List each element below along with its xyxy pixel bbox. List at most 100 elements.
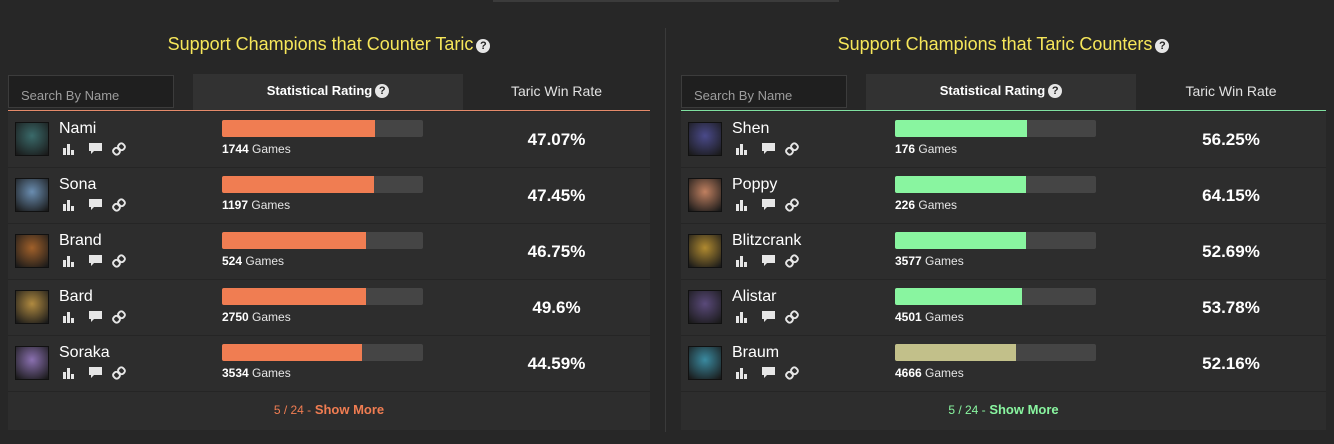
champion-row[interactable]: Shen 176 Games 56.25%: [681, 112, 1326, 168]
games-count: 4666 Games: [895, 366, 964, 380]
win-rate-value: 44.59%: [527, 354, 586, 373]
show-more-bar[interactable]: 5 / 24 - Show More: [8, 392, 650, 430]
link-icon[interactable]: [785, 142, 799, 161]
help-icon[interactable]: ?: [1155, 39, 1170, 53]
link-icon[interactable]: [112, 254, 126, 273]
champion-row[interactable]: Bard 2750 Games 49.6%: [8, 280, 650, 336]
champion-row[interactable]: Sona 1197 Games 47.45%: [8, 168, 650, 224]
champion-name[interactable]: Brand: [59, 232, 102, 250]
champion-avatar[interactable]: [688, 122, 722, 156]
win-rate-value: 52.69%: [1202, 242, 1260, 261]
rating-bar-fill: [895, 232, 1026, 249]
games-number: 1744: [222, 142, 249, 156]
comment-icon[interactable]: [761, 366, 776, 384]
champion-avatar[interactable]: [688, 234, 722, 268]
rating-bar: [895, 176, 1096, 193]
champion-list: Nami 1744 Games 47.07% Sona 1197 Games 47.45%…: [8, 112, 650, 392]
champion-name[interactable]: Bard: [59, 288, 93, 306]
stats-icon[interactable]: [62, 310, 75, 328]
champion-row[interactable]: Braum 4666 Games 52.16%: [681, 336, 1326, 392]
champion-avatar[interactable]: [688, 346, 722, 380]
stats-icon[interactable]: [62, 366, 75, 384]
champion-avatar[interactable]: [688, 290, 722, 324]
comment-icon[interactable]: [88, 310, 103, 328]
champion-avatar[interactable]: [688, 178, 722, 212]
stats-icon[interactable]: [62, 198, 75, 216]
champion-name[interactable]: Blitzcrank: [732, 232, 801, 250]
help-icon[interactable]: ?: [375, 84, 390, 98]
champion-row[interactable]: Soraka 3534 Games 44.59%: [8, 336, 650, 392]
champion-row[interactable]: Brand 524 Games 46.75%: [8, 224, 650, 280]
champion-avatar[interactable]: [15, 346, 49, 380]
stats-icon[interactable]: [735, 198, 748, 216]
top-bar-edge: [493, 0, 839, 2]
rating-bar: [222, 344, 423, 361]
stats-icon[interactable]: [62, 254, 75, 272]
link-icon[interactable]: [785, 310, 799, 329]
win-rate-header[interactable]: Taric Win Rate: [463, 74, 650, 110]
show-more-link[interactable]: Show More: [315, 402, 384, 417]
stats-icon[interactable]: [735, 254, 748, 272]
statistical-rating-header[interactable]: Statistical Rating?: [866, 74, 1136, 110]
comment-icon[interactable]: [88, 198, 103, 216]
champion-avatar[interactable]: [15, 178, 49, 212]
stats-icon[interactable]: [735, 310, 748, 328]
rating-bar-fill: [895, 176, 1026, 193]
link-icon[interactable]: [785, 366, 799, 385]
comment-icon[interactable]: [761, 142, 776, 160]
link-icon[interactable]: [112, 142, 126, 161]
champion-name[interactable]: Sona: [59, 176, 96, 194]
statistical-rating-header[interactable]: Statistical Rating?: [193, 74, 463, 110]
panel-divider: [665, 28, 666, 432]
help-icon[interactable]: ?: [1048, 84, 1063, 98]
games-count: 524 Games: [222, 254, 284, 268]
comment-icon[interactable]: [88, 366, 103, 384]
rating-bar-fill: [222, 176, 374, 193]
help-icon[interactable]: ?: [476, 39, 491, 53]
comment-icon[interactable]: [88, 142, 103, 160]
champion-name[interactable]: Soraka: [59, 344, 110, 362]
win-rate-value: 64.15%: [1202, 186, 1260, 205]
champion-row[interactable]: Nami 1744 Games 47.07%: [8, 112, 650, 168]
games-label: Games: [918, 198, 958, 212]
rating-bar-fill: [895, 344, 1016, 361]
champion-name[interactable]: Nami: [59, 120, 96, 138]
link-icon[interactable]: [112, 366, 126, 385]
games-label: Games: [252, 366, 291, 380]
search-input[interactable]: Search By Name: [8, 75, 174, 108]
link-icon[interactable]: [785, 198, 799, 217]
games-label: Games: [252, 310, 291, 324]
champion-avatar[interactable]: [15, 122, 49, 156]
show-more-bar[interactable]: 5 / 24 - Show More: [681, 392, 1326, 430]
champion-avatar[interactable]: [15, 234, 49, 268]
link-icon[interactable]: [785, 254, 799, 273]
stats-icon[interactable]: [735, 142, 748, 160]
comment-icon[interactable]: [88, 254, 103, 272]
champion-name[interactable]: Poppy: [732, 176, 777, 194]
rating-bar-fill: [895, 120, 1027, 137]
champion-row[interactable]: Poppy 226 Games 64.15%: [681, 168, 1326, 224]
comment-icon[interactable]: [761, 254, 776, 272]
comment-icon[interactable]: [761, 310, 776, 328]
games-count: 2750 Games: [222, 310, 291, 324]
search-input[interactable]: Search By Name: [681, 75, 847, 108]
champion-avatar[interactable]: [15, 290, 49, 324]
champion-row[interactable]: Blitzcrank 3577 Games 52.69%: [681, 224, 1326, 280]
show-more-link[interactable]: Show More: [989, 402, 1058, 417]
result-count: 5 / 24 -: [948, 403, 986, 417]
link-icon[interactable]: [112, 310, 126, 329]
win-rate-value: 46.75%: [527, 242, 586, 261]
win-rate-value: 53.78%: [1202, 298, 1260, 317]
champion-row[interactable]: Alistar 4501 Games 53.78%: [681, 280, 1326, 336]
rating-bar: [222, 288, 423, 305]
champion-name[interactable]: Braum: [732, 344, 779, 362]
champion-name[interactable]: Alistar: [732, 288, 776, 306]
games-number: 226: [895, 198, 916, 212]
games-number: 3534: [222, 366, 249, 380]
stats-icon[interactable]: [62, 142, 75, 160]
stats-icon[interactable]: [735, 366, 748, 384]
comment-icon[interactable]: [761, 198, 776, 216]
champion-name[interactable]: Shen: [732, 120, 769, 138]
link-icon[interactable]: [112, 198, 126, 217]
win-rate-header[interactable]: Taric Win Rate: [1136, 74, 1326, 110]
